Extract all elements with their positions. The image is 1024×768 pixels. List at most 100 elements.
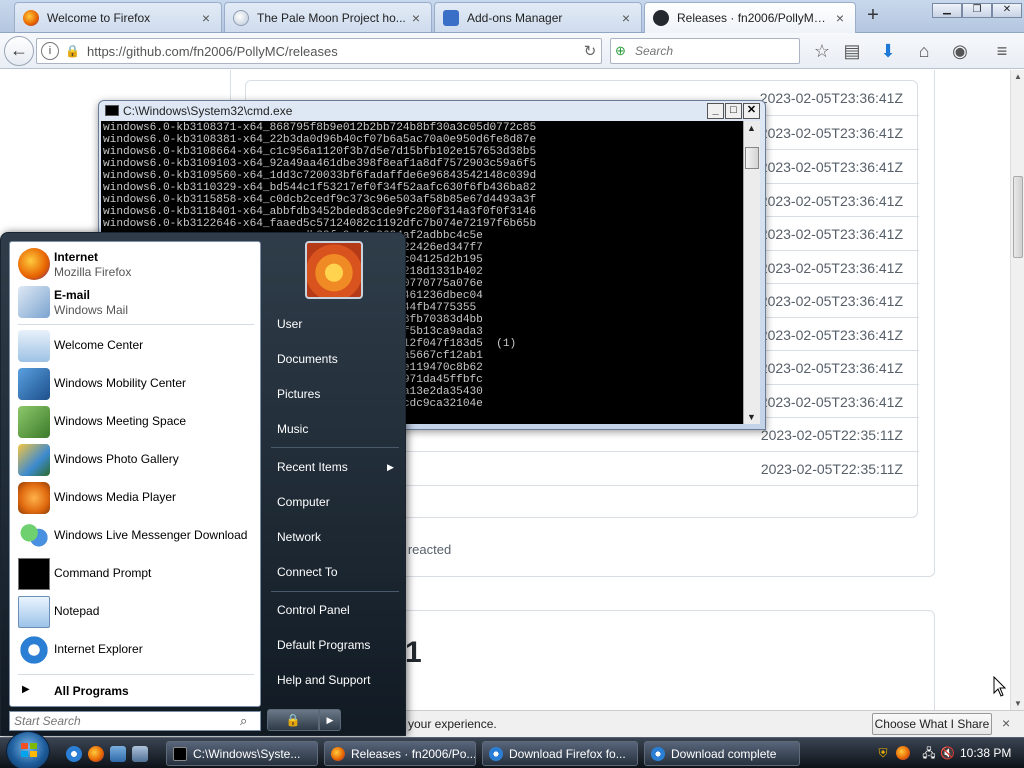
search-engine-icon[interactable]: ⊕ — [615, 43, 635, 59]
cmd-maximize-button[interactable]: □ — [725, 103, 742, 119]
start-right-control-panel[interactable]: Control Panel — [277, 603, 350, 617]
pocket-icon[interactable]: ◉ — [948, 39, 972, 63]
firefox-icon — [18, 248, 50, 280]
firefox-icon — [23, 9, 39, 26]
program-meeting-space[interactable]: Windows Meeting Space — [14, 404, 258, 440]
site-info-icon[interactable]: i — [41, 42, 59, 60]
choose-what-i-share-button[interactable]: Choose What I Share — [872, 713, 992, 735]
release-title[interactable]: 1 — [405, 636, 422, 670]
scrollbar-thumb[interactable] — [1013, 176, 1023, 258]
minimize-button[interactable]: ▁ — [932, 3, 962, 18]
quicklaunch-firefox-icon[interactable] — [88, 746, 104, 762]
tab-welcome-to-firefox[interactable]: Welcome to Firefox × — [14, 2, 222, 32]
tab-addons-manager[interactable]: Add-ons Manager × — [434, 2, 642, 32]
program-live-messenger[interactable]: Windows Live Messenger Download — [14, 518, 258, 554]
start-right-documents[interactable]: Documents — [277, 352, 338, 366]
reload-icon[interactable]: ↻ — [579, 42, 601, 60]
program-welcome-center[interactable]: Welcome Center — [14, 328, 258, 364]
volume-muted-icon[interactable]: 🔇 — [940, 746, 955, 760]
tab-releases-pollymc[interactable]: Releases · fn2006/PollyMC ... × — [644, 2, 856, 33]
cmd-scroll-up-icon[interactable]: ▲ — [747, 123, 756, 133]
notification-close-icon[interactable]: × — [1002, 715, 1010, 731]
cmd-minimize-button[interactable]: _ — [707, 103, 724, 119]
taskbar-download-firefox[interactable]: Download Firefox fo... — [482, 741, 638, 766]
home-icon[interactable]: ⌂ — [912, 39, 936, 63]
search-input[interactable] — [635, 44, 795, 58]
start-right-computer[interactable]: Computer — [277, 495, 330, 509]
taskbar-cmd[interactable]: C:\Windows\Syste... — [166, 741, 318, 766]
task-label: Download Firefox fo... — [509, 746, 626, 761]
pinned-subtitle: Windows Mail — [54, 303, 129, 317]
program-mobility-center[interactable]: Windows Mobility Center — [14, 366, 258, 402]
cmd-close-button[interactable]: ✕ — [743, 103, 760, 119]
tab-close-icon[interactable]: × — [833, 10, 847, 26]
new-tab-button[interactable]: + — [860, 4, 886, 28]
quicklaunch-ie-icon[interactable] — [66, 746, 82, 762]
tab-close-icon[interactable]: × — [199, 10, 213, 26]
command-prompt-icon — [18, 558, 50, 590]
pinned-internet[interactable]: Internet Mozilla Firefox — [14, 246, 258, 282]
search-bar[interactable]: ⊕ — [610, 38, 800, 64]
program-photo-gallery[interactable]: Windows Photo Gallery — [14, 442, 258, 478]
tab-close-icon[interactable]: × — [409, 10, 423, 26]
navigation-toolbar: ← i 🔒 https://github.com/fn2006/PollyMC/… — [0, 33, 1024, 69]
cmd-scrollbar[interactable]: ▲ ▼ — [743, 121, 760, 424]
back-button[interactable]: ← — [4, 36, 34, 66]
tab-close-icon[interactable]: × — [619, 10, 633, 26]
network-icon[interactable]: 🖧 — [922, 746, 936, 760]
start-right-default-programs[interactable]: Default Programs — [277, 638, 370, 652]
asset-timestamp: 2023-02-05T23:36:41Z — [759, 159, 903, 175]
quicklaunch-switch-windows-icon[interactable] — [132, 746, 148, 762]
user-picture-flower[interactable] — [305, 241, 363, 299]
cmd-scrollbar-thumb[interactable] — [745, 147, 759, 169]
shutdown-options-button[interactable]: ▶ — [319, 709, 341, 731]
asset-timestamp: 2023-02-05T23:36:41Z — [759, 226, 903, 242]
cmd-output-line: windows6.0-kb3122646-x64_faaed5c57124082… — [103, 218, 537, 230]
program-command-prompt[interactable]: Command Prompt — [14, 556, 258, 592]
bookmarks-list-icon[interactable]: ▤ — [840, 39, 864, 63]
taskbar-download-complete[interactable]: Download complete — [644, 741, 800, 766]
asset-timestamp: 2023-02-05T23:36:41Z — [759, 327, 903, 343]
asset-timestamp: 2023-02-05T23:36:41Z — [759, 193, 903, 209]
start-right-network[interactable]: Network — [277, 530, 321, 544]
maximize-button[interactable]: ❐ — [962, 3, 992, 18]
start-right-user[interactable]: User — [277, 317, 302, 331]
scroll-down-arrow-icon[interactable]: ▼ — [1014, 699, 1022, 708]
start-search-input[interactable] — [14, 714, 234, 728]
start-right-pictures[interactable]: Pictures — [277, 387, 320, 401]
close-window-button[interactable]: ✕ — [992, 3, 1022, 18]
start-right-connect-to[interactable]: Connect To — [277, 565, 338, 579]
start-button[interactable] — [6, 731, 50, 768]
cmd-scroll-down-icon[interactable]: ▼ — [747, 412, 756, 422]
start-search-box[interactable]: ⌕ — [9, 711, 261, 731]
all-programs-button[interactable]: ▶ All Programs — [14, 678, 258, 704]
start-right-help-support[interactable]: Help and Support — [277, 673, 370, 687]
url-text[interactable]: https://github.com/fn2006/PollyMC/releas… — [87, 44, 579, 59]
program-notepad[interactable]: Notepad — [14, 594, 258, 630]
start-right-music[interactable]: Music — [277, 422, 308, 436]
url-bar[interactable]: i 🔒 https://github.com/fn2006/PollyMC/re… — [36, 38, 602, 64]
scroll-up-arrow-icon[interactable]: ▲ — [1014, 72, 1022, 81]
program-label: Windows Media Player — [54, 490, 177, 504]
cmd-titlebar[interactable]: C:\Windows\System32\cmd.exe _ □ ✕ — [99, 101, 765, 121]
start-menu-programs-pane: Internet Mozilla Firefox E-mail Windows … — [9, 241, 261, 707]
downloads-arrow-icon[interactable]: ⬇ — [876, 39, 900, 63]
security-shield-icon[interactable]: ⛨ — [876, 746, 890, 760]
program-media-player[interactable]: Windows Media Player — [14, 480, 258, 516]
hamburger-menu-icon[interactable]: ≡ — [990, 39, 1014, 63]
program-internet-explorer[interactable]: Internet Explorer — [14, 632, 258, 668]
lock-button[interactable]: 🔒 — [267, 709, 319, 731]
taskbar-firefox-releases[interactable]: Releases · fn2006/Po... — [324, 741, 476, 766]
bookmark-star-icon[interactable]: ☆ — [810, 39, 834, 63]
clock[interactable]: 10:38 PM — [960, 746, 1011, 760]
console-icon — [105, 105, 119, 116]
tab-pale-moon[interactable]: The Pale Moon Project ho... × — [224, 2, 432, 32]
firefox-tray-icon[interactable] — [896, 746, 910, 760]
notepad-icon — [18, 596, 50, 628]
pinned-email[interactable]: E-mail Windows Mail — [14, 284, 258, 320]
start-right-recent-items[interactable]: Recent Items — [277, 460, 348, 474]
quicklaunch-desktop-icon[interactable] — [110, 746, 126, 762]
page-scrollbar[interactable]: ▲ ▼ — [1010, 70, 1024, 710]
search-icon[interactable]: ⌕ — [240, 713, 247, 729]
padlock-icon: 🔒 — [65, 44, 80, 58]
